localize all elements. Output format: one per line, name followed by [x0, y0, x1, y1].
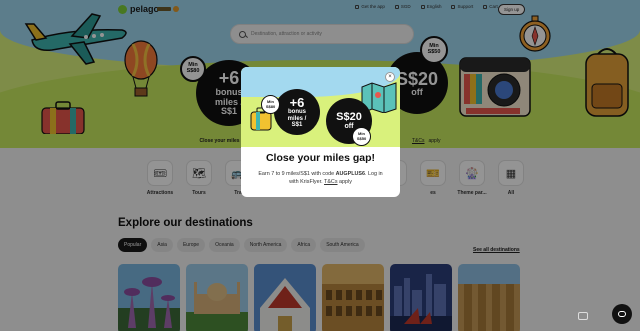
badge-line: off [344, 123, 354, 130]
close-icon[interactable]: × [385, 72, 395, 82]
badge-line: S$20 [336, 111, 362, 123]
modal-min-tag-left: Min S$80 [261, 95, 280, 114]
modal-min-tag-right: Min S$50 [352, 127, 371, 146]
modal-bonus-miles-badge: +6 bonus miles / S$1 [274, 89, 320, 135]
badge-line: +6 [289, 94, 305, 110]
chat-bubble-icon [618, 311, 626, 317]
chat-support-button[interactable] [612, 304, 632, 324]
min-line: S$80 [265, 103, 276, 109]
badge-line: S$1 [291, 121, 303, 128]
watermark-icon [578, 312, 588, 320]
promo-modal: × [241, 67, 400, 197]
min-line: S$50 [356, 135, 367, 141]
modal-tc-link[interactable]: T&Cs [324, 179, 337, 185]
